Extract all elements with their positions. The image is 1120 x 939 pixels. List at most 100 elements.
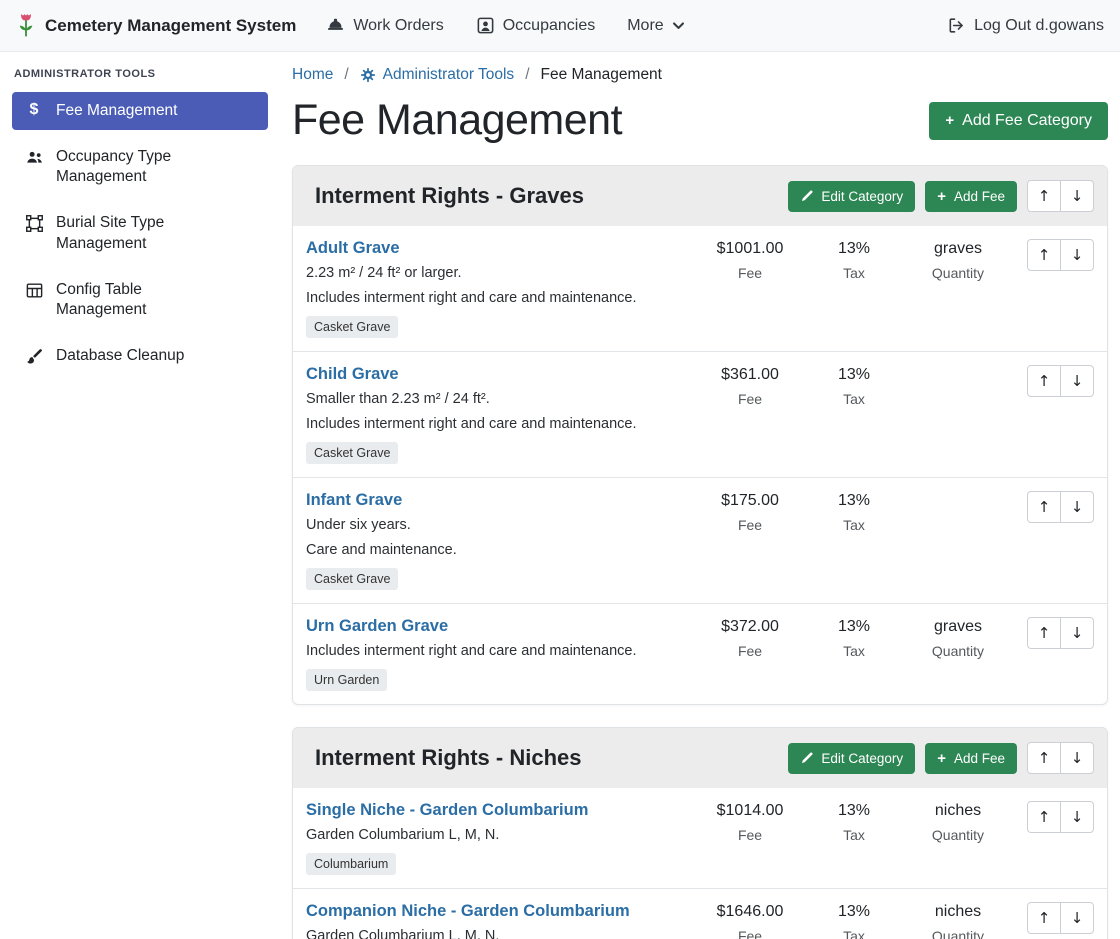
fee-list: Single Niche - Garden Columbarium Garden… [293, 788, 1107, 939]
fee-amount-column: $1646.00 Fee [698, 902, 802, 939]
fee-amount-column: $1001.00 Fee [698, 239, 802, 281]
sidebar-item-burial-site-type-management[interactable]: Burial Site Type Management [12, 204, 268, 262]
fee-name-link[interactable]: Companion Niche - Garden Columbarium [306, 902, 630, 921]
fee-amount-column: $372.00 Fee [698, 617, 802, 659]
sidebar-item-fee-management[interactable]: $ Fee Management [12, 92, 268, 130]
fee-amount: $1646.00 [698, 903, 802, 921]
move-category-up-button[interactable]: ↑ [1027, 180, 1061, 212]
chevron-down-icon [672, 19, 685, 32]
app-brand[interactable]: Cemetery Management System [16, 12, 296, 39]
edit-category-button[interactable]: Edit Category [788, 181, 915, 212]
fee-description-line: Smaller than 2.23 m² / 24 ft². [306, 391, 698, 407]
breadcrumb-current: Fee Management [541, 66, 663, 84]
page-title: Fee Management [292, 96, 622, 145]
fee-tax: 13% [802, 802, 906, 820]
move-fee-down-button[interactable]: ↓ [1060, 239, 1094, 271]
fee-row: Adult Grave 2.23 m² / 24 ft² or larger. I… [293, 226, 1107, 351]
plus-icon: + [937, 189, 946, 204]
fee-quantity-unit: graves [906, 618, 1010, 636]
sidebar-item-occupancy-type-management[interactable]: Occupancy Type Management [12, 138, 268, 196]
move-category-down-button[interactable]: ↓ [1060, 180, 1094, 212]
breadcrumb-admin-tools-link[interactable]: Administrator Tools [360, 66, 515, 84]
tax-label: Tax [802, 643, 906, 659]
fee-reorder-controls: ↑ ↓ [1027, 801, 1094, 833]
nav-work-orders[interactable]: Work Orders [326, 16, 443, 35]
fee-name-link[interactable]: Child Grave [306, 365, 399, 384]
table-icon [24, 281, 44, 300]
logout-label: Log Out d.gowans [974, 17, 1104, 35]
fee-name-link[interactable]: Infant Grave [306, 491, 402, 510]
fee-tax-column: 13% Tax [802, 365, 906, 407]
move-fee-up-button[interactable]: ↑ [1027, 902, 1061, 934]
fee-description-line: Includes interment right and care and ma… [306, 290, 698, 306]
fee-description-line: 2.23 m² / 24 ft² or larger. [306, 265, 698, 281]
fee-tax: 13% [802, 903, 906, 921]
fee-tax-column: 13% Tax [802, 491, 906, 533]
fee-tax-column: 13% Tax [802, 239, 906, 281]
logout-link[interactable]: Log Out d.gowans [947, 16, 1104, 35]
move-category-up-button[interactable]: ↑ [1027, 742, 1061, 774]
move-fee-down-button[interactable]: ↓ [1060, 365, 1094, 397]
sidebar-item-label: Burial Site Type Management [56, 213, 236, 253]
fee-tax-column: 13% Tax [802, 617, 906, 659]
move-fee-up-button[interactable]: ↑ [1027, 491, 1061, 523]
tax-label: Tax [802, 827, 906, 843]
add-fee-button[interactable]: + Add Fee [925, 743, 1017, 774]
fee-label: Fee [698, 827, 802, 843]
breadcrumb-home-link[interactable]: Home [292, 66, 333, 84]
quantity-label: Quantity [906, 827, 1010, 843]
move-category-down-button[interactable]: ↓ [1060, 742, 1094, 774]
quantity-label: Quantity [906, 265, 1010, 281]
quantity-label: Quantity [906, 643, 1010, 659]
fee-description-line: Care and maintenance. [306, 542, 698, 558]
plus-icon: + [937, 751, 946, 766]
hard-hat-icon [326, 16, 345, 35]
sidebar-item-label: Occupancy Type Management [56, 147, 236, 187]
fee-quantity-column: niches Quantity [906, 801, 1010, 843]
occupant-frame-icon [476, 16, 495, 35]
main-content: Home / Administrator Tools / Fee Managem… [280, 52, 1120, 939]
fee-tax: 13% [802, 366, 906, 384]
move-fee-up-button[interactable]: ↑ [1027, 239, 1061, 271]
move-fee-up-button[interactable]: ↑ [1027, 365, 1061, 397]
move-fee-down-button[interactable]: ↓ [1060, 801, 1094, 833]
sidebar-item-database-cleanup[interactable]: Database Cleanup [12, 337, 268, 375]
main-nav: Work Orders Occupancies More [326, 16, 684, 35]
fee-type-tag: Casket Grave [306, 568, 398, 590]
fee-quantity-column: graves Quantity [906, 239, 1010, 281]
category-title: Interment Rights - Niches [306, 745, 788, 771]
fee-label: Fee [698, 265, 802, 281]
fee-quantity-column: graves Quantity [906, 617, 1010, 659]
fee-descriptions: Garden Columbarium L, M, N. [306, 827, 698, 843]
fee-row: Urn Garden Grave Includes interment righ… [293, 603, 1107, 704]
add-fee-category-button[interactable]: + Add Fee Category [929, 102, 1108, 140]
edit-category-button[interactable]: Edit Category [788, 743, 915, 774]
fee-name-link[interactable]: Single Niche - Garden Columbarium [306, 801, 588, 820]
move-fee-up-button[interactable]: ↑ [1027, 801, 1061, 833]
nav-occupancies[interactable]: Occupancies [476, 16, 596, 35]
add-fee-button[interactable]: + Add Fee [925, 181, 1017, 212]
fee-description-line: Includes interment right and care and ma… [306, 416, 698, 432]
fee-name-link[interactable]: Urn Garden Grave [306, 617, 448, 636]
plus-icon: + [945, 113, 954, 128]
fee-tax: 13% [802, 492, 906, 510]
fee-description-line: Under six years. [306, 517, 698, 533]
dollar-icon: $ [24, 102, 44, 118]
fee-name-link[interactable]: Adult Grave [306, 239, 400, 258]
fee-descriptions: Smaller than 2.23 m² / 24 ft². Includes i… [306, 391, 698, 432]
nav-more[interactable]: More [627, 17, 684, 35]
move-fee-down-button[interactable]: ↓ [1060, 617, 1094, 649]
top-navbar: Cemetery Management System Work Orders [0, 0, 1120, 52]
fee-amount: $361.00 [698, 366, 802, 384]
fee-amount-column: $1014.00 Fee [698, 801, 802, 843]
move-fee-down-button[interactable]: ↓ [1060, 491, 1094, 523]
fee-amount: $372.00 [698, 618, 802, 636]
fee-amount: $1001.00 [698, 240, 802, 258]
fee-amount: $1014.00 [698, 802, 802, 820]
move-fee-up-button[interactable]: ↑ [1027, 617, 1061, 649]
move-fee-down-button[interactable]: ↓ [1060, 902, 1094, 934]
broom-icon [24, 347, 44, 366]
vector-square-icon [24, 214, 44, 233]
category-header: Interment Rights - Graves Edit Category … [293, 166, 1107, 226]
sidebar-item-config-table-management[interactable]: Config Table Management [12, 271, 268, 329]
